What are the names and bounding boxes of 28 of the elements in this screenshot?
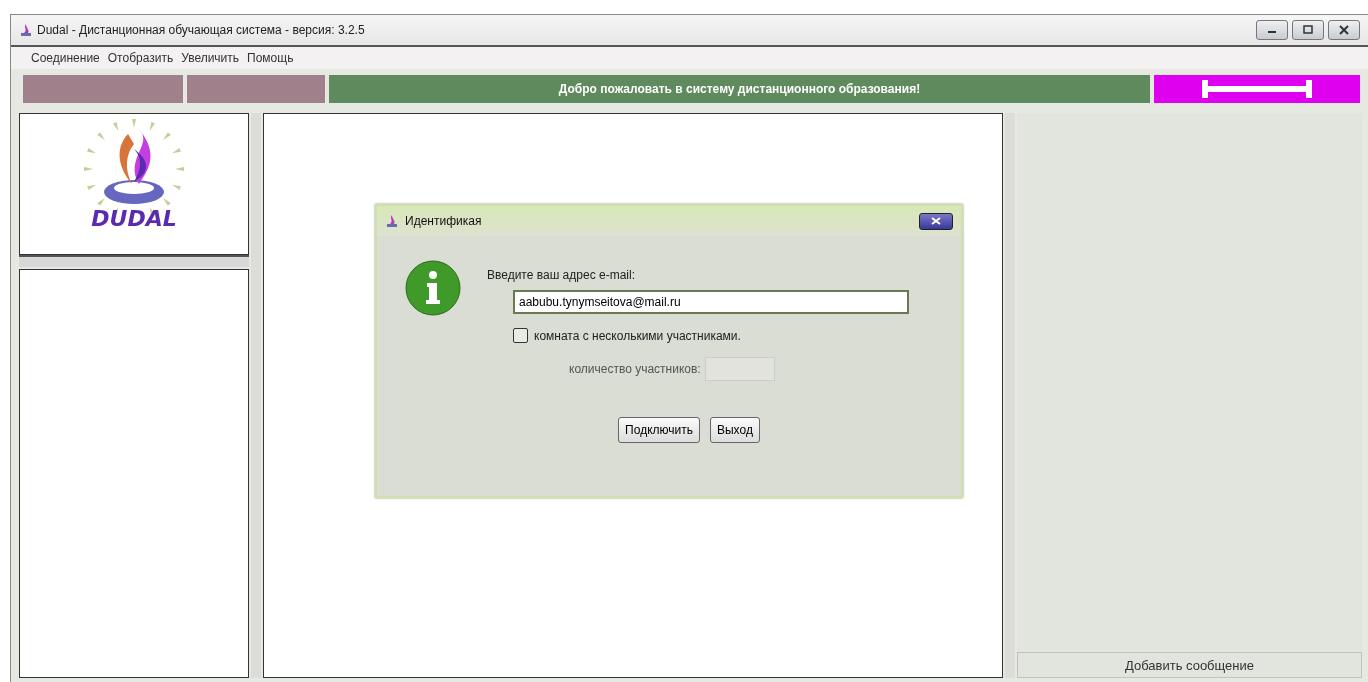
flame-icon: [385, 214, 399, 228]
splitter-handle[interactable]: [19, 255, 249, 267]
close-icon: [1338, 25, 1350, 35]
logo-text: DUDAL: [91, 206, 177, 231]
email-prompt: Введите ваш адрес e-mail:: [487, 268, 636, 282]
window-title: Dudal - Дистанционная обучающая система - версия: 3.2.5: [37, 23, 365, 37]
checkbox-label: комната с несколькими участниками.: [534, 328, 741, 343]
close-icon: [931, 217, 941, 225]
info-icon: [405, 260, 461, 316]
email-field[interactable]: aabubu.tynymseitova@mail.ru: [513, 290, 909, 314]
menu-item[interactable]: Отобразить: [107, 51, 174, 65]
flame-icon: [19, 23, 33, 37]
welcome-text: Добро пожаловать в систему дистанционного образования!: [558, 82, 921, 96]
maximize-button[interactable]: [1292, 20, 1324, 40]
dialog-button[interactable]: Подключить: [618, 417, 700, 443]
menu-item[interactable]: Помощь: [247, 51, 294, 65]
bar-icon: [1202, 79, 1312, 99]
dialog-button[interactable]: Выход: [710, 417, 760, 443]
menu-item[interactable]: Увеличить: [181, 51, 240, 65]
checkbox[interactable]: [513, 328, 528, 343]
dialog-title: Идентификая: [405, 214, 482, 228]
close-button[interactable]: [1328, 20, 1360, 40]
maximize-icon: [1302, 25, 1314, 35]
menu-item[interactable]: Соединение: [31, 51, 100, 65]
close-button[interactable]: [919, 212, 953, 230]
add-message-button[interactable]: Добавить сообщение: [1017, 652, 1362, 678]
participants-label: количество участников:: [569, 362, 701, 376]
minimize-button[interactable]: [1256, 20, 1288, 40]
